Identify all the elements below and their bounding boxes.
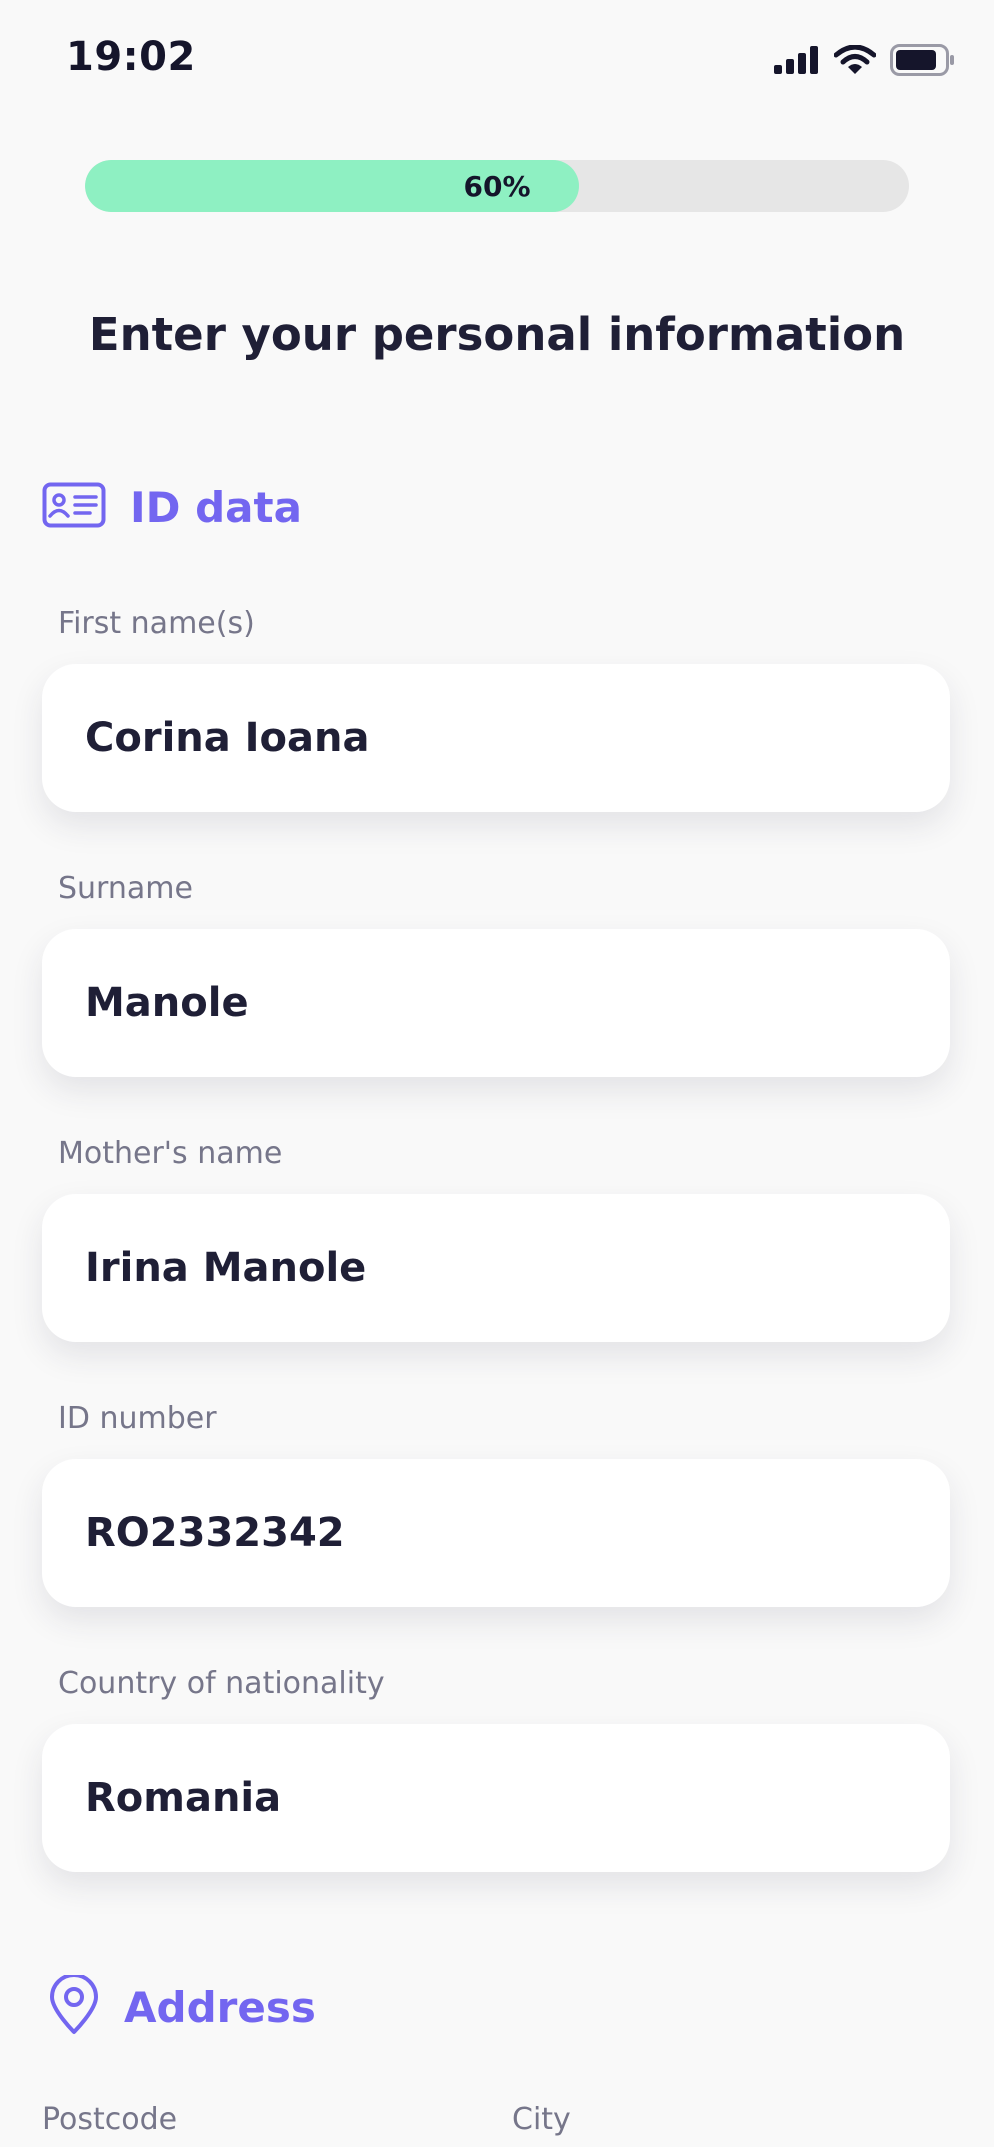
status-time: 19:02	[66, 34, 196, 80]
surname-field: Surname Manole	[42, 871, 950, 1077]
progress-bar: 60%	[85, 160, 909, 212]
battery-icon	[890, 44, 956, 80]
location-pin-icon	[48, 1973, 100, 2039]
first-name-input[interactable]: Corina Ioana	[42, 664, 950, 812]
city-label: City	[512, 2102, 571, 2137]
surname-input[interactable]: Manole	[42, 929, 950, 1077]
first-name-label: First name(s)	[58, 606, 255, 641]
address-title: Address	[124, 1982, 316, 2032]
id-data-section-header: ID data	[42, 482, 302, 532]
progress-label: 60%	[463, 169, 531, 203]
postcode-label: Postcode	[42, 2102, 178, 2137]
id-number-field: ID number RO2332342	[42, 1401, 950, 1607]
nationality-select[interactable]: Romania	[42, 1724, 950, 1872]
status-bar: 19:02	[0, 0, 994, 120]
id-number-input[interactable]: RO2332342	[42, 1459, 950, 1607]
wifi-icon	[833, 44, 877, 79]
mothers-name-field: Mother's name Irina Manole	[42, 1136, 950, 1342]
mothers-name-input[interactable]: Irina Manole	[42, 1194, 950, 1342]
nationality-label: Country of nationality	[58, 1666, 385, 1701]
id-data-title: ID data	[130, 482, 302, 532]
page-title: Enter your personal information	[88, 308, 906, 361]
status-icons	[774, 44, 956, 80]
id-number-label: ID number	[58, 1401, 217, 1436]
first-name-field: First name(s) Corina Ioana	[42, 606, 950, 812]
surname-label: Surname	[58, 871, 193, 906]
address-section-header: Address	[48, 1973, 316, 2039]
nationality-field: Country of nationality Romania	[42, 1666, 950, 1872]
mothers-name-label: Mother's name	[58, 1136, 283, 1171]
cellular-signal-icon	[774, 46, 820, 78]
id-card-icon	[42, 482, 106, 532]
